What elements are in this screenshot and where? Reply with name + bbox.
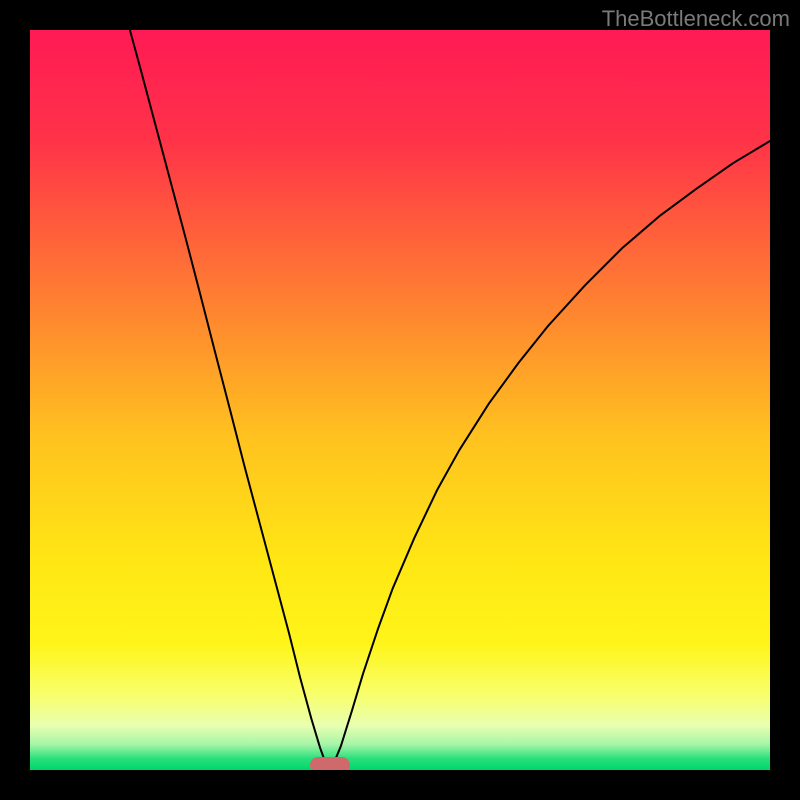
watermark-text: TheBottleneck.com: [602, 6, 790, 32]
plot-area: [30, 30, 770, 770]
minimum-marker: [310, 757, 350, 770]
chart-frame: TheBottleneck.com: [0, 0, 800, 800]
background-gradient: [30, 30, 770, 770]
